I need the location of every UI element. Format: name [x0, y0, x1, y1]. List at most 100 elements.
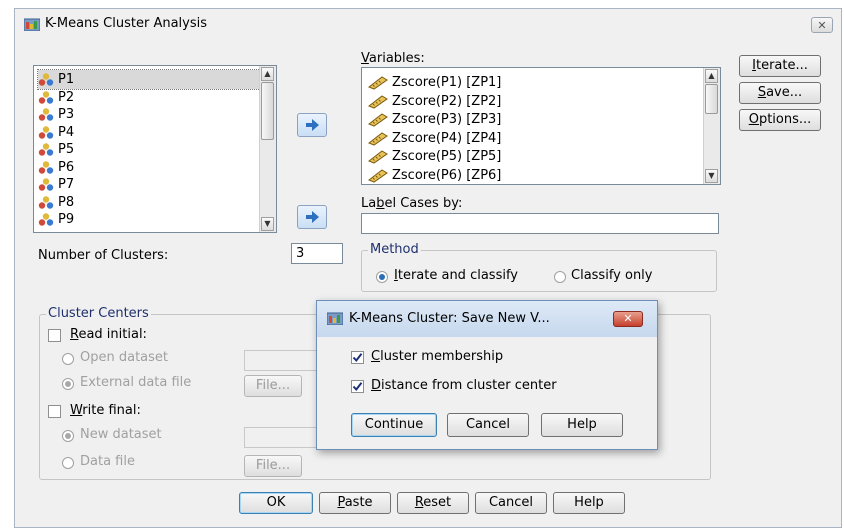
read-file-button[interactable]: File... — [244, 375, 302, 397]
source-list-scrollbar[interactable]: ▲ ▼ — [259, 66, 276, 232]
distance-checkbox[interactable] — [351, 380, 364, 393]
list-item[interactable]: P3 — [38, 105, 276, 124]
reset-button[interactable]: Reset — [397, 492, 469, 514]
scroll-up-arrow[interactable]: ▲ — [261, 67, 274, 81]
open-dataset-select[interactable] — [244, 350, 324, 371]
data-file-label: Data file — [80, 454, 135, 469]
data-file-radio[interactable] — [62, 457, 74, 469]
ruler-icon — [368, 131, 388, 146]
scroll-thumb[interactable] — [705, 84, 718, 114]
app-icon — [24, 18, 40, 31]
ruler-icon — [368, 113, 388, 127]
list-item[interactable]: P4 — [38, 123, 276, 142]
list-item-label: Zscore(P6) [ZP6] — [392, 167, 502, 183]
write-final-checkbox[interactable] — [48, 405, 61, 418]
new-dataset-name-field[interactable] — [244, 427, 324, 448]
distance-label: Distance from cluster center — [371, 378, 557, 393]
list-item[interactable]: P9 — [38, 210, 276, 229]
radio-dot — [65, 433, 71, 439]
read-initial-checkbox[interactable] — [48, 329, 61, 342]
help-button[interactable]: Help — [553, 492, 625, 514]
continue-button[interactable]: Continue — [351, 413, 437, 437]
cluster-membership-label: Cluster membership — [371, 349, 504, 364]
save-dialog-title: K-Means Cluster: Save New V... — [349, 311, 550, 326]
label-cases-field[interactable] — [361, 213, 719, 234]
scale-variable-icon — [38, 195, 54, 209]
window-title: K-Means Cluster Analysis — [45, 16, 208, 31]
variables-list[interactable]: Zscore(P1) [ZP1] Zscore(P2) [ZP2] Zscore(P… — [361, 67, 721, 185]
list-item[interactable]: P5 — [38, 140, 276, 159]
new-dataset-radio[interactable] — [62, 430, 74, 442]
save-dialog-cancel-button[interactable]: Cancel — [447, 413, 529, 437]
list-item[interactable]: Zscore(P4) [ZP4] — [366, 129, 501, 148]
list-item[interactable]: P6 — [38, 158, 276, 177]
list-item-label: P3 — [58, 107, 75, 122]
list-item[interactable]: P2 — [38, 88, 276, 107]
scale-variable-icon — [38, 108, 54, 121]
cluster-centers-label: Cluster Centers — [46, 306, 151, 321]
list-item[interactable]: P8 — [38, 193, 276, 212]
app-icon — [327, 312, 343, 325]
move-to-label-cases-button[interactable] — [297, 205, 327, 229]
paste-button[interactable]: Paste — [319, 492, 391, 514]
scale-variable-icon — [38, 125, 54, 139]
write-file-button[interactable]: File... — [244, 455, 302, 477]
variables-list-scrollbar[interactable]: ▲ ▼ — [703, 68, 720, 184]
right-arrow-icon — [306, 119, 319, 131]
list-item-label: P6 — [58, 159, 75, 175]
save-dialog-close-button[interactable]: ✕ — [613, 311, 643, 327]
scroll-down-arrow[interactable]: ▼ — [261, 217, 274, 231]
variables-label: Variables: — [361, 51, 425, 66]
open-dataset-radio[interactable] — [62, 353, 74, 365]
radio-dot — [65, 381, 71, 387]
classify-only-label: Classify only — [571, 268, 653, 283]
cancel-button[interactable]: Cancel — [475, 492, 547, 514]
ok-button[interactable]: OK — [239, 492, 313, 514]
list-item-label: Zscore(P1) [ZP1] — [392, 75, 502, 90]
save-new-variables-dialog: K-Means Cluster: Save New V... ✕ Cluster… — [316, 300, 658, 450]
list-item[interactable]: Zscore(P5) [ZP5] — [366, 147, 501, 166]
move-to-variables-button[interactable] — [297, 113, 327, 137]
method-group-label: Method — [368, 242, 421, 257]
classify-only-radio[interactable] — [554, 271, 566, 283]
check-mark-icon — [352, 382, 363, 392]
ruler-icon — [368, 150, 388, 164]
new-dataset-label: New dataset — [80, 427, 162, 442]
save-button[interactable]: Save... — [739, 82, 821, 104]
source-variable-list[interactable]: P1 P2 P3 P4 P5 P6 P7 P8 P9 ▲ ▼ — [33, 65, 277, 233]
iterate-classify-label: Iterate and classify — [394, 268, 518, 283]
cluster-membership-checkbox[interactable] — [351, 351, 364, 364]
save-dialog-help-button[interactable]: Help — [541, 413, 623, 437]
list-item-label: P4 — [58, 124, 75, 140]
scroll-up-arrow[interactable]: ▲ — [705, 69, 718, 83]
options-button[interactable]: Options... — [739, 109, 821, 131]
list-item-label: Zscore(P5) [ZP5] — [392, 149, 502, 164]
num-clusters-label: Number of Clusters: — [38, 248, 169, 263]
list-item-label: P5 — [58, 142, 75, 157]
ruler-icon — [368, 76, 388, 90]
list-item[interactable]: Zscore(P6) [ZP6] — [366, 166, 501, 185]
list-item[interactable]: P7 — [38, 175, 276, 194]
list-item[interactable]: P1 — [37, 69, 276, 90]
scroll-thumb[interactable] — [261, 82, 274, 140]
num-clusters-input[interactable]: 3 — [291, 243, 343, 264]
save-dialog-title-bar: K-Means Cluster: Save New V... ✕ — [317, 301, 657, 337]
list-item-label: Zscore(P2) [ZP2] — [392, 93, 502, 109]
list-item-label: P1 — [58, 72, 75, 87]
iterate-button[interactable]: Iterate... — [739, 55, 821, 77]
scroll-down-arrow[interactable]: ▼ — [705, 169, 718, 183]
list-item-label: Zscore(P4) [ZP4] — [392, 130, 502, 146]
list-item-label: P2 — [58, 89, 75, 105]
list-item[interactable]: Zscore(P1) [ZP1] — [366, 73, 501, 92]
external-data-file-radio[interactable] — [62, 378, 74, 390]
scale-variable-icon — [38, 160, 54, 174]
scale-variable-icon — [38, 178, 54, 191]
title-bar: K-Means Cluster Analysis ✕ — [15, 9, 841, 39]
method-group: Method Iterate and classify Classify onl… — [361, 242, 717, 292]
iterate-classify-radio[interactable] — [376, 271, 388, 283]
write-final-label: Write final: — [70, 403, 141, 418]
close-button[interactable]: ✕ — [811, 17, 833, 33]
scale-variable-icon — [38, 73, 54, 86]
list-item[interactable]: Zscore(P3) [ZP3] — [366, 110, 501, 129]
list-item[interactable]: Zscore(P2) [ZP2] — [366, 92, 501, 111]
